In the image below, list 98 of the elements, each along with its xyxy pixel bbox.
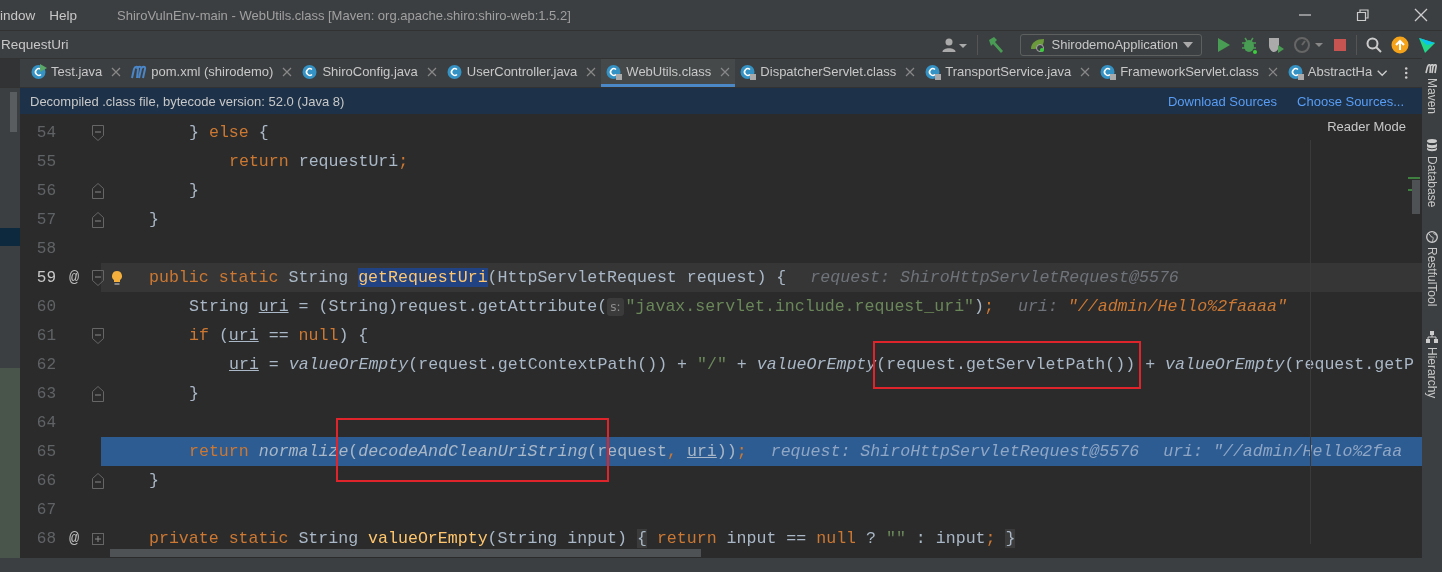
code-line: public static String getRequestUri(HttpServletRequest request) { — [149, 268, 787, 287]
line-number: 58 — [35, 239, 56, 258]
line-number: 56 — [35, 181, 56, 200]
leaf-icon — [1028, 36, 1047, 53]
scrollbar-thumb[interactable] — [110, 549, 701, 557]
close-icon[interactable] — [1080, 66, 1091, 77]
editor-tab[interactable]: WebUtils.class — [601, 59, 736, 87]
class-icon — [31, 63, 47, 80]
inline-value-hint: uri: "//admin/Hello%2faaaa" — [1018, 297, 1287, 316]
code-line: return requestUri; — [229, 152, 409, 171]
run-icon[interactable] — [1217, 36, 1231, 53]
chevron-down-icon[interactable] — [1377, 68, 1388, 78]
class-icon — [446, 63, 463, 80]
code-line: } — [189, 181, 199, 200]
menu-item[interactable]: Help — [49, 7, 78, 23]
breadcrumb[interactable]: RequestUri — [1, 37, 69, 52]
editor-tab[interactable]: TransportService.java — [920, 59, 1096, 87]
line-number: 63 — [35, 384, 56, 403]
caret-icon — [1183, 41, 1193, 48]
line-number: 55 — [35, 152, 56, 171]
window-title: ShiroVulnEnv-main - WebUtils.class [Maven: org.apache.shiro:shiro-web:1.5.2] — [117, 7, 571, 23]
lightbulb-icon[interactable] — [110, 269, 123, 286]
line-number: 65 — [35, 442, 56, 461]
editor-tab[interactable]: pom.xml (shirodemo) — [126, 59, 298, 87]
fold-icon[interactable] — [92, 211, 104, 228]
line-number: 64 — [35, 413, 56, 432]
database-icon — [1426, 138, 1438, 153]
tool-window-button[interactable]: Database — [1425, 132, 1439, 226]
run-configuration-dropdown[interactable]: ShirodemoApplication — [1019, 33, 1202, 56]
class-icon — [925, 63, 942, 80]
gutter-marker[interactable]: @ — [68, 268, 80, 287]
toolbox-icon[interactable] — [1418, 35, 1436, 54]
code-line: if (uri == null) { — [189, 326, 369, 345]
code-line: } — [149, 471, 159, 490]
update-icon[interactable] — [1391, 35, 1409, 54]
expand-icon[interactable] — [92, 532, 104, 545]
menu-item[interactable]: indow — [0, 7, 36, 23]
line-number: 62 — [35, 355, 56, 374]
more-icon[interactable] — [1403, 64, 1408, 82]
fold-icon[interactable] — [92, 124, 104, 141]
inline-value-hint: request: ShiroHttpServletRequest@5576 — [810, 268, 1179, 287]
class-icon — [1287, 63, 1304, 80]
close-icon[interactable] — [1267, 66, 1278, 77]
globe-icon — [1426, 231, 1438, 244]
editor-tab[interactable]: UserController.java — [441, 59, 602, 87]
fold-icon[interactable] — [92, 327, 104, 344]
editor-tab[interactable]: Test.java — [26, 59, 127, 87]
inline-value-hint: request: ShiroHttpServletRequest@5576 — [770, 442, 1140, 461]
close-icon[interactable] — [111, 66, 122, 77]
line-number: 60 — [35, 297, 56, 316]
code-line: } else { — [189, 123, 269, 142]
tool-window-button[interactable]: RestfulTool — [1425, 225, 1439, 325]
tool-window-button[interactable]: Hierarchy — [1425, 324, 1439, 417]
restore-icon[interactable] — [1356, 8, 1370, 22]
code-line: } — [149, 210, 159, 229]
close-icon[interactable] — [586, 66, 597, 77]
fold-icon[interactable] — [92, 472, 104, 489]
user-icon[interactable] — [941, 36, 968, 53]
code-line: String uri = (String)request.getAttribute( s: "javax.servlet.include.request_uri"); — [189, 297, 994, 316]
editor-tab[interactable]: FrameworkServlet.class — [1095, 59, 1283, 87]
class-icon — [302, 63, 319, 80]
class-icon — [740, 63, 757, 80]
hammer-icon[interactable] — [986, 35, 1005, 54]
search-icon[interactable] — [1366, 36, 1382, 53]
line-number: 67 — [35, 500, 56, 519]
class-icon — [606, 63, 623, 80]
class-icon — [1100, 63, 1117, 80]
stop-icon[interactable] — [1333, 37, 1347, 52]
code-line: } — [189, 384, 199, 403]
line-number: 61 — [35, 326, 56, 345]
hierarchy-icon — [1426, 330, 1438, 343]
scrollbar-thumb[interactable] — [1412, 180, 1420, 214]
close-icon[interactable] — [905, 66, 916, 77]
bug-icon[interactable] — [1240, 35, 1258, 54]
editor-tab[interactable]: ShiroConfig.java — [297, 59, 442, 87]
maven-icon — [1425, 64, 1439, 74]
close-icon[interactable] — [426, 66, 437, 77]
fold-icon[interactable] — [92, 269, 104, 286]
tool-window-button[interactable]: Maven — [1425, 58, 1439, 133]
fold-icon[interactable] — [92, 182, 104, 199]
fold-icon[interactable] — [92, 385, 104, 402]
gutter-marker[interactable]: @ — [68, 529, 80, 548]
shield-icon[interactable] — [1267, 35, 1285, 54]
line-number: 68 — [35, 529, 56, 548]
notice-text: Decompiled .class file, bytecode version: 52.0 (Java 8) — [30, 93, 345, 109]
notice-link[interactable]: Download Sources — [1167, 93, 1278, 109]
line-number: 59 — [35, 268, 56, 287]
editor-tab[interactable]: DispatcherServlet.class — [735, 59, 921, 87]
notice-link[interactable]: Choose Sources... — [1297, 93, 1404, 109]
line-number: 54 — [35, 123, 56, 142]
editor-tab[interactable]: AbstractHa — [1282, 59, 1378, 87]
maven-icon — [131, 64, 148, 79]
close-icon[interactable] — [282, 66, 293, 77]
line-number: 57 — [35, 210, 56, 229]
line-number: 66 — [35, 471, 56, 490]
code-line: private static String valueOrEmpty(String input) { return input == null ? "" : input; } — [149, 529, 1016, 548]
profiler-icon[interactable] — [1294, 35, 1324, 54]
close-icon[interactable] — [1414, 8, 1428, 22]
